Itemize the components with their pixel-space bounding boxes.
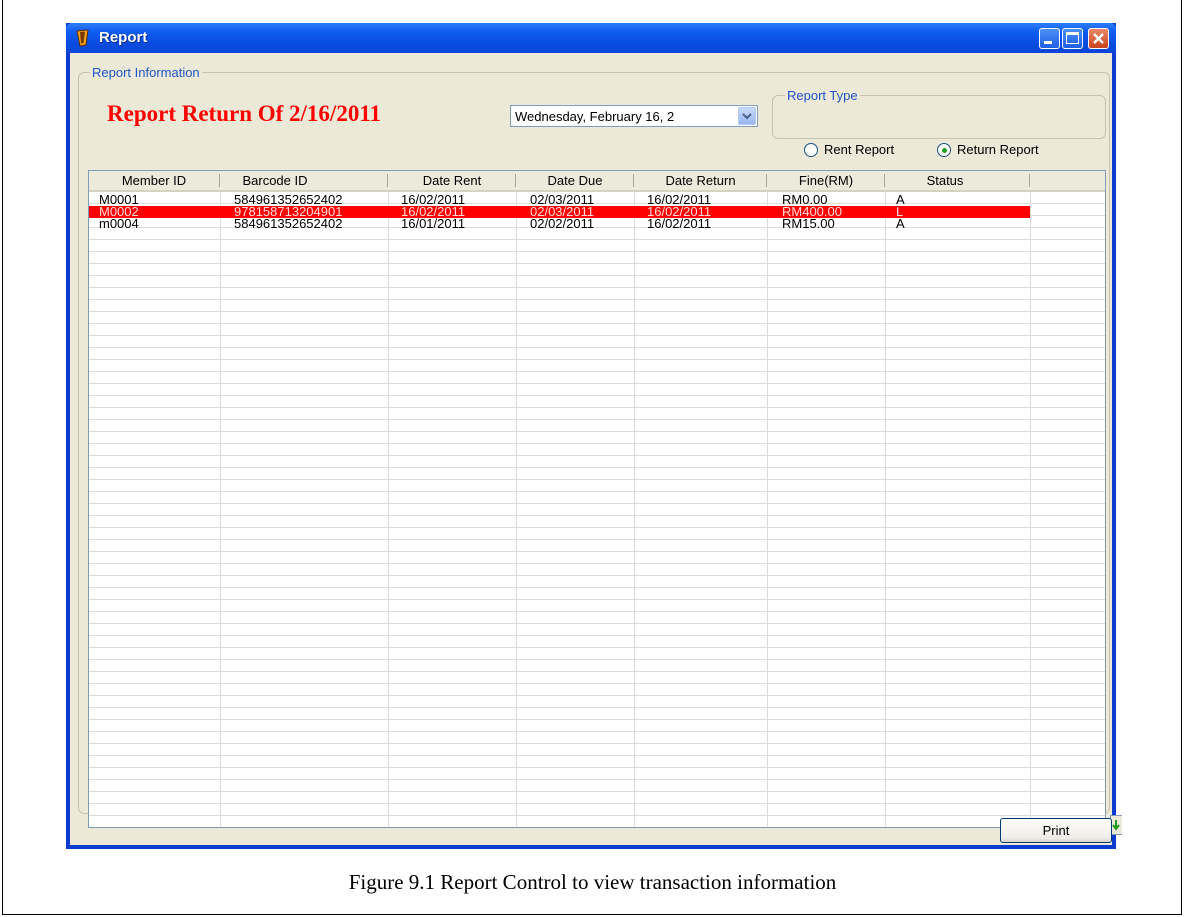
table-grid (89, 192, 1105, 827)
column-header-date-due[interactable]: Date Due (516, 171, 634, 190)
cell-date-return: 16/02/2011 (647, 216, 712, 231)
cell-status: A (896, 216, 905, 231)
minimize-icon (1044, 41, 1052, 44)
table-row[interactable]: m0004 584961352652402 16/01/2011 02/02/2… (89, 216, 1030, 231)
minimize-button[interactable] (1039, 28, 1060, 49)
cell-member-id: m0004 (99, 216, 139, 231)
radio-selected-dot (942, 148, 947, 153)
maximize-icon (1066, 32, 1079, 44)
app-book-icon (76, 29, 89, 47)
green-arrow-icon (1112, 820, 1120, 831)
report-type-legend: Report Type (785, 88, 860, 103)
radio-rent-report-label: Rent Report (824, 142, 895, 157)
radio-circle (804, 143, 818, 157)
report-window: Report Report Information Report Return … (66, 23, 1122, 849)
print-button[interactable]: Print (1000, 818, 1112, 843)
column-header-status[interactable]: Status (885, 171, 1005, 190)
cell-date-due: 02/02/2011 (530, 216, 595, 231)
close-icon (1093, 33, 1104, 44)
radio-return-report-label: Return Report (957, 142, 1039, 157)
client-area: Report Information Report Return Of 2/16… (70, 53, 1122, 845)
title-bar[interactable]: Report (66, 23, 1116, 53)
radio-circle (937, 143, 951, 157)
column-divider (885, 192, 886, 827)
transaction-table[interactable]: Member ID Barcode ID Date Rent Date Due … (88, 170, 1106, 828)
chevron-down-icon (742, 113, 752, 120)
column-header-fine[interactable]: Fine(RM) (767, 171, 885, 190)
column-divider (634, 192, 635, 827)
cell-date-rent: 16/01/2011 (401, 216, 466, 231)
column-divider (1030, 192, 1031, 827)
window-title: Report (99, 29, 148, 46)
header-separator[interactable] (1029, 174, 1030, 187)
column-divider (388, 192, 389, 827)
figure-caption: Figure 9.1 Report Control to view transa… (348, 870, 837, 894)
column-divider (767, 192, 768, 827)
cell-fine: RM15.00 (782, 216, 835, 231)
table-header: Member ID Barcode ID Date Rent Date Due … (89, 171, 1105, 192)
column-header-date-rent[interactable]: Date Rent (388, 171, 516, 190)
column-header-date-return[interactable]: Date Return (634, 171, 767, 190)
report-heading: Report Return Of 2/16/2011 (107, 101, 382, 126)
column-divider (516, 192, 517, 827)
date-picker[interactable]: Wednesday, February 16, 2 (510, 105, 758, 127)
date-picker-value: Wednesday, February 16, 2 (515, 109, 675, 124)
column-header-barcode-id[interactable]: Barcode ID (220, 171, 330, 190)
maximize-button[interactable] (1062, 28, 1083, 49)
close-button[interactable] (1088, 28, 1109, 49)
column-header-member-id[interactable]: Member ID (89, 171, 219, 190)
report-information-legend: Report Information (90, 65, 202, 80)
date-dropdown-button[interactable] (738, 107, 756, 125)
cell-barcode-id: 584961352652402 (234, 216, 343, 231)
column-divider (220, 192, 221, 827)
